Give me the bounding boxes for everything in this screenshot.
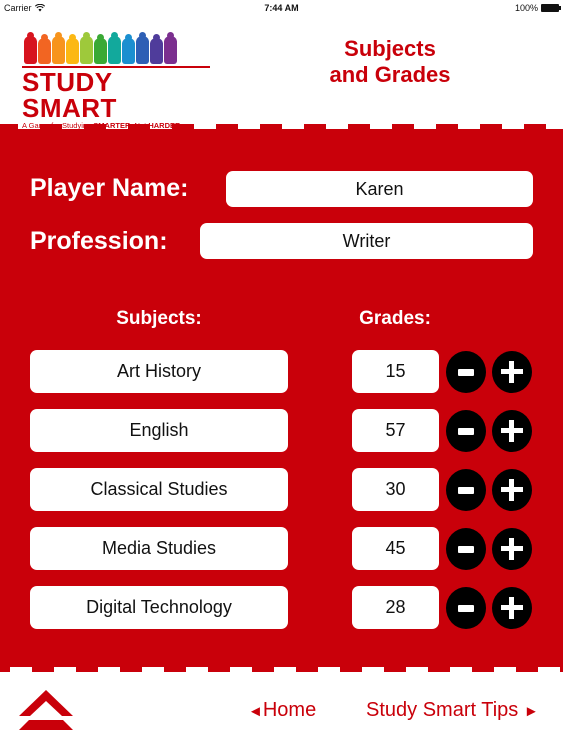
grade-field[interactable]: 30 [352, 468, 439, 511]
logo-kid-figure [122, 34, 135, 64]
page-title-line-2: and Grades [329, 62, 451, 87]
grade-field[interactable]: 57 [352, 409, 439, 452]
minus-icon [458, 427, 474, 435]
plus-icon [501, 420, 523, 442]
home-label: Home [262, 699, 317, 721]
decrease-grade-button[interactable] [446, 528, 486, 570]
right-arrow-icon: ► [523, 703, 539, 720]
player-name-label: Player Name: [30, 174, 189, 202]
battery-percent: 100% [514, 3, 538, 13]
profession-label: Profession: [30, 227, 168, 255]
subject-row: Classical Studies 30 [0, 468, 563, 512]
subject-field[interactable]: Classical Studies [30, 468, 288, 511]
plus-icon [501, 479, 523, 501]
logo-kid-figure [66, 34, 79, 64]
decrease-grade-button[interactable] [446, 469, 486, 511]
player-name-field[interactable]: Karen [226, 171, 533, 207]
logo-kid-figure [38, 34, 51, 64]
subjects-header: Subjects: [116, 308, 202, 329]
double-chevron-up-icon [19, 690, 73, 716]
left-arrow-icon: ◄ [248, 703, 263, 720]
minus-icon [458, 486, 474, 494]
grade-field[interactable]: 15 [352, 350, 439, 393]
subject-field[interactable]: Digital Technology [30, 586, 288, 629]
study-smart-tips-link[interactable]: Study Smart Tips ► [366, 697, 539, 725]
subject-row: Art History 15 [0, 350, 563, 394]
logo-kid-figure [164, 32, 177, 64]
minus-icon [458, 604, 474, 612]
decrease-grade-button[interactable] [446, 410, 486, 452]
scroll-to-top-button[interactable] [17, 690, 75, 735]
logo-kid-figure [136, 32, 149, 64]
logo-kid-figure [108, 32, 121, 64]
page-title: Subjects and Grades [300, 36, 480, 88]
profession-field[interactable]: Writer [200, 223, 533, 259]
plus-icon [501, 597, 523, 619]
increase-grade-button[interactable] [492, 351, 532, 393]
plus-icon [501, 361, 523, 383]
battery-indicator: 100% [514, 3, 561, 13]
decrease-grade-button[interactable] [446, 351, 486, 393]
grade-field[interactable]: 45 [352, 527, 439, 570]
clock: 7:44 AM [264, 3, 299, 13]
plus-icon [501, 538, 523, 560]
main-panel: Player Name: Karen Profession: Writer Su… [0, 124, 563, 672]
logo-kid-figure [52, 32, 65, 64]
subject-row: English 57 [0, 409, 563, 453]
subject-field[interactable]: Art History [30, 350, 288, 393]
battery-icon [541, 4, 561, 12]
logo-kids-graphic [22, 32, 214, 64]
minus-icon [458, 368, 474, 376]
study-smart-logo: STUDY SMART A Game for Studying SMARTER,… [22, 32, 214, 130]
increase-grade-button[interactable] [492, 410, 532, 452]
increase-grade-button[interactable] [492, 528, 532, 570]
subject-field[interactable]: English [30, 409, 288, 452]
grade-field[interactable]: 28 [352, 586, 439, 629]
logo-brand: STUDY SMART [22, 67, 117, 123]
minus-icon [458, 545, 474, 553]
subject-row: Media Studies 45 [0, 527, 563, 571]
increase-grade-button[interactable] [492, 469, 532, 511]
tips-label: Study Smart Tips [366, 699, 519, 721]
grades-header: Grades: [359, 308, 431, 329]
logo-kid-figure [94, 34, 107, 64]
home-link[interactable]: ◄Home [248, 697, 316, 725]
logo-kid-figure [80, 32, 93, 64]
subject-row: Digital Technology 28 [0, 586, 563, 630]
status-bar: Carrier 7:44 AM 100% [0, 0, 563, 16]
logo-kid-figure [150, 34, 163, 64]
page-title-line-1: Subjects [344, 36, 436, 61]
decrease-grade-button[interactable] [446, 587, 486, 629]
increase-grade-button[interactable] [492, 587, 532, 629]
subject-field[interactable]: Media Studies [30, 527, 288, 570]
logo-kid-figure [24, 32, 37, 64]
